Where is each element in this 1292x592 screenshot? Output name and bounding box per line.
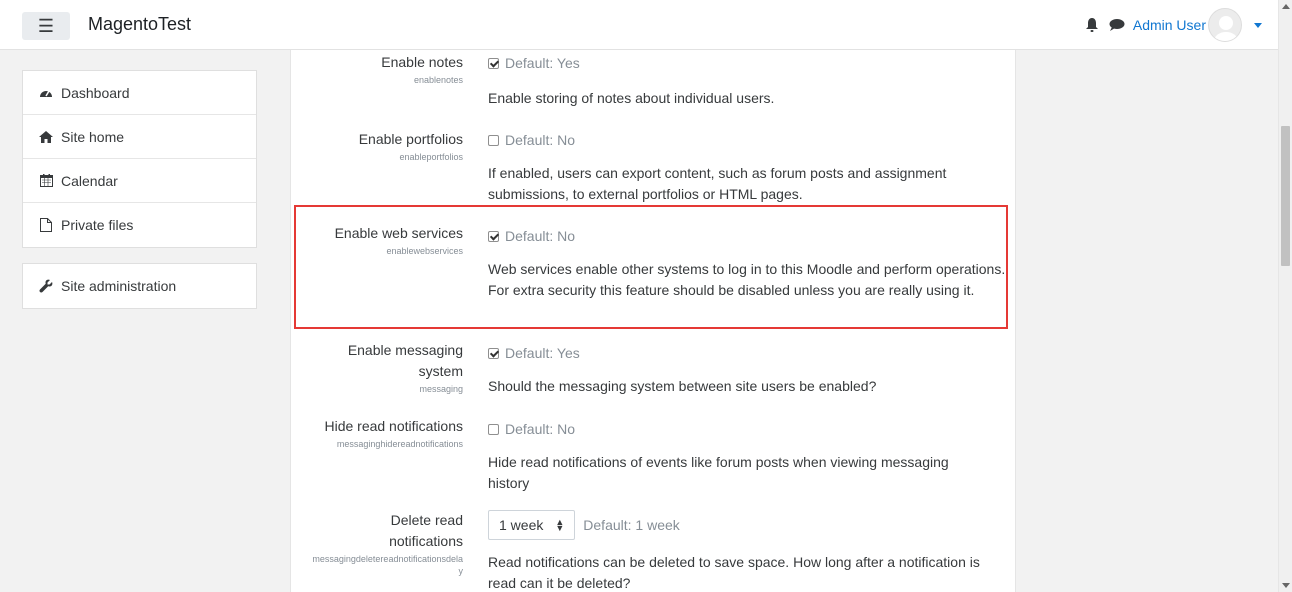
- scroll-thumb[interactable]: [1281, 126, 1290, 266]
- scroll-down-icon[interactable]: [1282, 583, 1290, 588]
- setting-default: Default: 1 week: [583, 517, 680, 533]
- navbar-right: Admin User: [1085, 8, 1262, 42]
- setting-title: Enable messaging system: [347, 342, 463, 379]
- setting-name: messaging: [419, 384, 463, 394]
- nav-item-label: Dashboard: [61, 84, 130, 101]
- top-navbar: ☰ MagentoTest Admin User: [0, 0, 1278, 50]
- enableportfolios-checkbox[interactable]: [488, 134, 499, 146]
- select-value: 1 week: [499, 517, 544, 533]
- setting-title: Enable notes: [381, 54, 463, 70]
- setting-label: Enable portfolios enableportfolios: [291, 129, 463, 163]
- nav-item-site-administration[interactable]: Site administration: [23, 264, 256, 308]
- setting-description: Read notifications can be deleted to sav…: [488, 554, 980, 591]
- enablenotes-checkbox[interactable]: [488, 57, 499, 69]
- setting-default: Default: Yes: [505, 55, 580, 71]
- setting-title: Delete read notifications: [389, 512, 463, 549]
- delete-delay-select[interactable]: 1 week ▲ ▼: [488, 510, 576, 540]
- avatar[interactable]: [1208, 8, 1242, 42]
- nav-item-label: Site administration: [61, 278, 177, 294]
- hamburger-icon[interactable]: ☰: [22, 12, 70, 40]
- setting-default: Default: Yes: [505, 345, 580, 361]
- nav-item-label: Calendar: [61, 172, 118, 189]
- setting-label: Enable notes enablenotes: [291, 52, 463, 86]
- highlight-box: [294, 205, 1008, 329]
- setting-value: Default: Yes Should the messaging system…: [488, 344, 1008, 397]
- chat-bubble-icon[interactable]: [1109, 18, 1125, 32]
- setting-value: Default: No Hide read notifications of e…: [488, 420, 1008, 494]
- setting-name: messagingdeletereadnotificationsdelay: [312, 554, 463, 576]
- setting-name: enablenotes: [413, 75, 463, 85]
- nav-item-label: Private files: [61, 217, 134, 233]
- setting-value: 1 week ▲ ▼ Default: 1 week Read notificat…: [488, 510, 1008, 592]
- select-arrows-icon: ▲ ▼: [555, 517, 565, 533]
- nav-item-private-files[interactable]: Private files: [23, 203, 256, 247]
- nav-drawer: Dashboard Site home Calendar Private fil…: [22, 70, 257, 324]
- setting-default: Default: No: [505, 421, 576, 437]
- user-silhouette-icon: [1214, 16, 1238, 41]
- scroll-up-icon[interactable]: [1282, 4, 1290, 9]
- setting-value: Default: No If enabled, users can export…: [488, 131, 1008, 205]
- setting-name: messaginghidereadnotifications: [336, 439, 463, 449]
- nav-group-main: Dashboard Site home Calendar Private fil…: [22, 70, 257, 248]
- setting-description: Should the messaging system between site…: [488, 378, 877, 394]
- caret-down-icon[interactable]: [1254, 22, 1262, 28]
- wrench-icon: [37, 278, 55, 294]
- hidereadnotifications-checkbox[interactable]: [488, 423, 499, 435]
- setting-description: If enabled, users can export content, su…: [488, 165, 947, 202]
- file-icon: [37, 217, 55, 233]
- nav-item-site-home[interactable]: Site home: [23, 115, 256, 159]
- nav-item-label: Site home: [61, 128, 125, 145]
- site-name[interactable]: MagentoTest: [88, 14, 191, 35]
- home-icon: [37, 129, 55, 145]
- tachometer-icon: [37, 85, 55, 101]
- setting-title: Hide read notifications: [324, 418, 463, 434]
- nav-item-calendar[interactable]: Calendar: [23, 159, 256, 203]
- user-name[interactable]: Admin User: [1133, 17, 1206, 33]
- setting-label: Delete read notifications messagingdelet…: [291, 510, 463, 577]
- nav-group-admin: Site administration: [22, 263, 257, 309]
- setting-value: Default: Yes Enable storing of notes abo…: [488, 54, 1008, 109]
- setting-title: Enable portfolios: [358, 131, 463, 147]
- bell-icon[interactable]: [1085, 17, 1099, 33]
- setting-name: enableportfolios: [399, 152, 463, 162]
- page-scrollbar[interactable]: [1278, 0, 1292, 592]
- messaging-checkbox[interactable]: [488, 347, 499, 359]
- calendar-icon: [37, 173, 55, 189]
- setting-default: Default: No: [505, 132, 576, 148]
- setting-description: Hide read notifications of events like f…: [488, 454, 949, 491]
- nav-item-dashboard[interactable]: Dashboard: [23, 71, 256, 115]
- setting-label: Hide read notifications messaginghiderea…: [291, 416, 463, 450]
- setting-description: Enable storing of notes about individual…: [488, 90, 775, 106]
- setting-label: Enable messaging system messaging: [291, 340, 463, 395]
